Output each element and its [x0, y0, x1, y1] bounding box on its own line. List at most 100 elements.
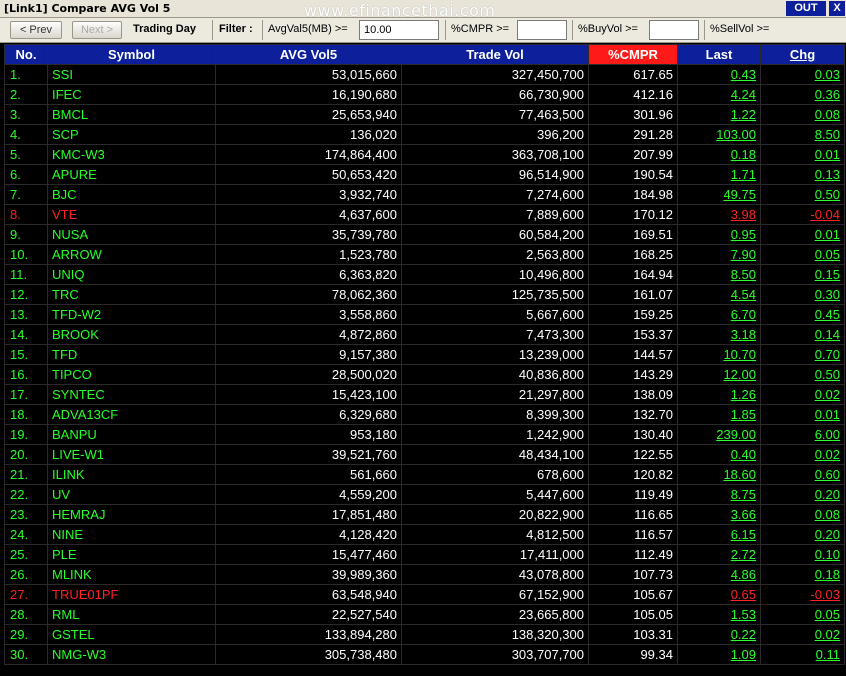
change-link[interactable]: 0.13 — [760, 164, 845, 185]
change-link[interactable]: 0.50 — [760, 184, 845, 205]
last-price-link[interactable]: 49.75 — [677, 184, 761, 205]
symbol-cell[interactable]: LIVE-W1 — [47, 444, 216, 465]
symbol-cell[interactable]: ADVA13CF — [47, 404, 216, 425]
last-price-link[interactable]: 2.72 — [677, 544, 761, 565]
symbol-cell[interactable]: UV — [47, 484, 216, 505]
table-row[interactable]: 26. MLINK 39,989,360 43,078,800 107.73 4.86 0.… — [4, 564, 845, 585]
change-link[interactable]: 0.60 — [760, 464, 845, 485]
symbol-cell[interactable]: TIPCO — [47, 364, 216, 385]
last-price-link[interactable]: 1.09 — [677, 644, 761, 665]
table-row[interactable]: 30. NMG-W3 305,738,480 303,707,700 99.34 1.09… — [4, 644, 845, 665]
last-price-link[interactable]: 4.54 — [677, 284, 761, 305]
change-link[interactable]: 0.50 — [760, 364, 845, 385]
table-row[interactable]: 11. UNIQ 6,363,820 10,496,800 164.94 8.50 0.15 — [4, 264, 845, 285]
column-header-cmpr[interactable]: %CMPR — [588, 44, 678, 65]
table-row[interactable]: 3. BMCL 25,653,940 77,463,500 301.96 1.22 0.08 — [4, 104, 845, 125]
symbol-cell[interactable]: NMG-W3 — [47, 644, 216, 665]
last-price-link[interactable]: 10.70 — [677, 344, 761, 365]
last-price-link[interactable]: 0.40 — [677, 444, 761, 465]
last-price-link[interactable]: 0.65 — [677, 584, 761, 605]
last-price-link[interactable]: 4.24 — [677, 84, 761, 105]
symbol-cell[interactable]: IFEC — [47, 84, 216, 105]
table-row[interactable]: 7. BJC 3,932,740 7,274,600 184.98 49.75 0.50 — [4, 184, 845, 205]
change-link[interactable]: 0.30 — [760, 284, 845, 305]
buyvol-filter-input[interactable] — [649, 20, 699, 40]
symbol-cell[interactable]: SYNTEC — [47, 384, 216, 405]
column-header-last[interactable]: Last — [677, 44, 761, 65]
symbol-cell[interactable]: BJC — [47, 184, 216, 205]
table-row[interactable]: 9. NUSA 35,739,780 60,584,200 169.51 0.95 0.01 — [4, 224, 845, 245]
table-row[interactable]: 16. TIPCO 28,500,020 40,836,800 143.29 12.00 0… — [4, 364, 845, 385]
change-link[interactable]: -0.04 — [760, 204, 845, 225]
last-price-link[interactable]: 6.15 — [677, 524, 761, 545]
table-row[interactable]: 19. BANPU 953,180 1,242,900 130.40 239.00 6.00 — [4, 424, 845, 445]
table-row[interactable]: 8. VTE 4,637,600 7,889,600 170.12 3.98 -0.04 — [4, 204, 845, 225]
change-link[interactable]: 0.18 — [760, 564, 845, 585]
next-button[interactable]: Next > — [72, 21, 122, 39]
last-price-link[interactable]: 7.90 — [677, 244, 761, 265]
change-link[interactable]: 0.01 — [760, 144, 845, 165]
symbol-cell[interactable]: HEMRAJ — [47, 504, 216, 525]
change-link[interactable]: 0.11 — [760, 644, 845, 665]
table-row[interactable]: 1. SSI 53,015,660 327,450,700 617.65 0.43 0.03 — [4, 64, 845, 85]
table-row[interactable]: 22. UV 4,559,200 5,447,600 119.49 8.75 0.20 — [4, 484, 845, 505]
close-button[interactable]: X — [829, 1, 845, 16]
last-price-link[interactable]: 1.85 — [677, 404, 761, 425]
symbol-cell[interactable]: RML — [47, 604, 216, 625]
table-row[interactable]: 14. BROOK 4,872,860 7,473,300 153.37 3.18 0.14 — [4, 324, 845, 345]
last-price-link[interactable]: 1.22 — [677, 104, 761, 125]
change-link[interactable]: 0.02 — [760, 444, 845, 465]
symbol-cell[interactable]: ARROW — [47, 244, 216, 265]
table-row[interactable]: 13. TFD-W2 3,558,860 5,667,600 159.25 6.70 0.4… — [4, 304, 845, 325]
table-row[interactable]: 4. SCP 136,020 396,200 291.28 103.00 8.50 — [4, 124, 845, 145]
symbol-cell[interactable]: KMC-W3 — [47, 144, 216, 165]
symbol-cell[interactable]: ILINK — [47, 464, 216, 485]
symbol-cell[interactable]: SSI — [47, 64, 216, 85]
table-row[interactable]: 17. SYNTEC 15,423,100 21,297,800 138.09 1.26 0… — [4, 384, 845, 405]
symbol-cell[interactable]: TFD-W2 — [47, 304, 216, 325]
symbol-cell[interactable]: PLE — [47, 544, 216, 565]
change-link[interactable]: 0.03 — [760, 64, 845, 85]
out-button[interactable]: OUT — [786, 1, 826, 16]
change-link[interactable]: 0.10 — [760, 544, 845, 565]
symbol-cell[interactable]: TRUE01PF — [47, 584, 216, 605]
table-row[interactable]: 6. APURE 50,653,420 96,514,900 190.54 1.71 0.1… — [4, 164, 845, 185]
last-price-link[interactable]: 8.50 — [677, 264, 761, 285]
change-link[interactable]: -0.03 — [760, 584, 845, 605]
table-row[interactable]: 25. PLE 15,477,460 17,411,000 112.49 2.72 0.10 — [4, 544, 845, 565]
table-row[interactable]: 10. ARROW 1,523,780 2,563,800 168.25 7.90 0.05 — [4, 244, 845, 265]
table-row[interactable]: 28. RML 22,527,540 23,665,800 105.05 1.53 0.05 — [4, 604, 845, 625]
last-price-link[interactable]: 1.71 — [677, 164, 761, 185]
change-link[interactable]: 0.02 — [760, 624, 845, 645]
change-link[interactable]: 0.01 — [760, 404, 845, 425]
column-header-chg[interactable]: Chg — [760, 44, 845, 65]
column-header-symbol[interactable]: Symbol — [47, 44, 216, 65]
last-price-link[interactable]: 3.18 — [677, 324, 761, 345]
symbol-cell[interactable]: BMCL — [47, 104, 216, 125]
change-link[interactable]: 0.20 — [760, 484, 845, 505]
symbol-cell[interactable]: NUSA — [47, 224, 216, 245]
change-link[interactable]: 6.00 — [760, 424, 845, 445]
last-price-link[interactable]: 18.60 — [677, 464, 761, 485]
change-link[interactable]: 0.02 — [760, 384, 845, 405]
last-price-link[interactable]: 239.00 — [677, 424, 761, 445]
table-row[interactable]: 29. GSTEL 133,894,280 138,320,300 103.31 0.22… — [4, 624, 845, 645]
change-link[interactable]: 0.01 — [760, 224, 845, 245]
table-row[interactable]: 12. TRC 78,062,360 125,735,500 161.07 4.54 0.3… — [4, 284, 845, 305]
symbol-cell[interactable]: SCP — [47, 124, 216, 145]
table-row[interactable]: 18. ADVA13CF 6,329,680 8,399,300 132.70 1.85 0… — [4, 404, 845, 425]
table-row[interactable]: 21. ILINK 561,660 678,600 120.82 18.60 0.60 — [4, 464, 845, 485]
table-row[interactable]: 15. TFD 9,157,380 13,239,000 144.57 10.70 0.70 — [4, 344, 845, 365]
table-row[interactable]: 2. IFEC 16,190,680 66,730,900 412.16 4.24 0.36 — [4, 84, 845, 105]
change-link[interactable]: 0.36 — [760, 84, 845, 105]
table-row[interactable]: 27. TRUE01PF 63,548,940 67,152,900 105.67 0.6… — [4, 584, 845, 605]
symbol-cell[interactable]: BROOK — [47, 324, 216, 345]
trading-day-label[interactable]: Trading Day — [133, 23, 196, 35]
symbol-cell[interactable]: NINE — [47, 524, 216, 545]
last-price-link[interactable]: 3.98 — [677, 204, 761, 225]
column-header-avg-vol5[interactable]: AVG Vol5 — [215, 44, 402, 65]
prev-button[interactable]: < Prev — [10, 21, 62, 39]
table-row[interactable]: 23. HEMRAJ 17,851,480 20,822,900 116.65 3.66 0… — [4, 504, 845, 525]
last-price-link[interactable]: 0.95 — [677, 224, 761, 245]
change-link[interactable]: 0.08 — [760, 104, 845, 125]
